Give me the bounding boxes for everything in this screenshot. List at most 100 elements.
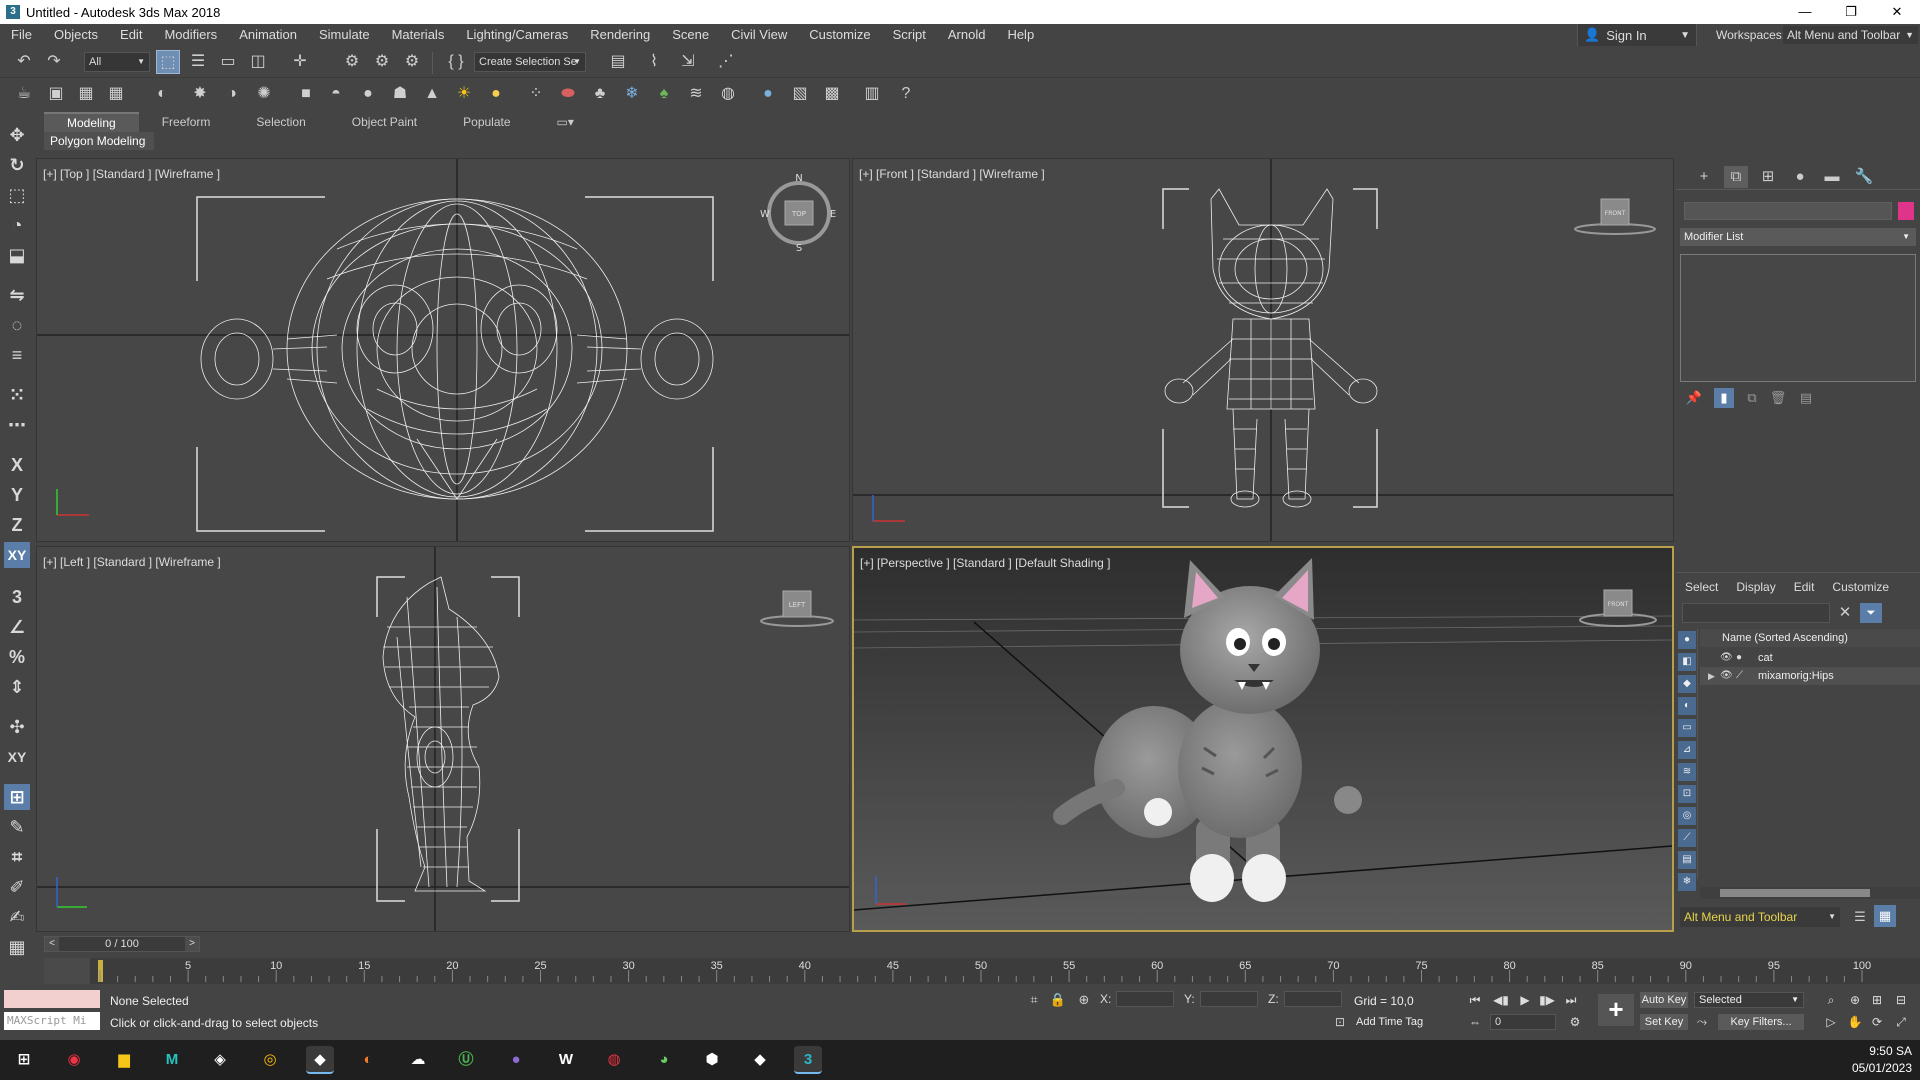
sun-icon[interactable]: ☀ [452,82,476,106]
game-app-icon[interactable]: ◕ [650,1046,678,1074]
visibility-eye-icon[interactable]: 👁 [1720,649,1733,667]
viewcube-left[interactable]: LEFT [760,590,834,627]
explorer-tab-customize[interactable]: Customize [1823,577,1898,597]
cube-app-icon[interactable]: ⬢ [698,1046,726,1074]
eyedropper-icon[interactable]: ✎ [4,814,30,840]
schematic-view-icon[interactable]: ⇲ [676,50,700,74]
remove-modifier-icon[interactable]: 🗑 [1768,388,1788,408]
previous-frame-icon[interactable]: ◀▮ [1492,992,1510,1008]
render-frame-icon[interactable]: ▦ [74,82,98,106]
axis-y-icon[interactable]: Y [4,482,30,508]
menu-scene[interactable]: Scene [661,24,720,46]
make-unique-icon[interactable]: ⧉ [1742,388,1762,408]
zoom-extents-all-icon[interactable]: ⊟ [1892,992,1910,1008]
viewport-front-label[interactable]: [+] [Front ] [Standard ] [Wireframe ] [859,167,1045,181]
modifier-stack[interactable] [1680,254,1916,382]
axis-x-icon[interactable]: X [4,452,30,478]
snap-toggle-icon[interactable]: ⋰ [714,50,738,74]
visibility-eye-icon[interactable]: 👁 [1720,667,1733,685]
unity-editor-icon[interactable]: ◆ [746,1046,774,1074]
previous-frame-arrow-icon[interactable]: < [45,937,59,951]
maya-app-icon[interactable]: M [158,1046,186,1074]
named-selection-icon[interactable]: { } [444,50,468,74]
viewport-perspective[interactable]: [+] [Perspective ] [Standard ] [Default … [852,546,1674,932]
object-name-field[interactable] [1684,202,1892,220]
field-of-view-icon[interactable]: ▷ [1822,1014,1840,1030]
show-end-result-icon[interactable]: ▮ [1714,388,1734,408]
viewport-left-label[interactable]: [+] [Left ] [Standard ] [Wireframe ] [43,555,221,569]
minimize-button[interactable]: — [1782,0,1828,24]
create-tab-icon[interactable]: + [1692,166,1716,188]
menu-file[interactable]: File [0,24,43,46]
explorer-horizontal-scrollbar[interactable] [1700,887,1920,899]
bind-space-warp-icon[interactable]: ⚙ [400,50,424,74]
spinner-snap-icon[interactable]: ⇕ [4,674,30,700]
explorer-search-input[interactable] [1682,603,1830,623]
select-by-name-icon[interactable]: ☰ [186,50,210,74]
render-queue-icon[interactable]: ▥ [860,82,884,106]
list-item[interactable]: 👁 ● cat [1700,649,1920,667]
sphere-yellow-icon[interactable]: ● [484,82,508,106]
bone-filter-icon[interactable]: ⟋ [1678,829,1696,847]
axis-z-icon[interactable]: Z [4,512,30,538]
menu-arnold[interactable]: Arnold [937,24,997,46]
explorer-column-header[interactable]: Name (Sorted Ascending) [1700,629,1920,647]
hierarchy-tab-icon[interactable]: ⊞ [1756,166,1780,188]
z-coord-field[interactable] [1284,991,1342,1007]
menu-rendering[interactable]: Rendering [579,24,661,46]
move-icon[interactable]: ✥ [4,122,30,148]
utilities-tab-icon[interactable]: 🔧 [1852,166,1876,188]
windows-start-icon[interactable]: ⊞ [10,1046,38,1074]
frozen-filter-icon[interactable]: ❄ [1678,873,1696,891]
box-icon[interactable]: ■ [294,82,318,106]
blender-icon[interactable]: ◐ [354,1046,382,1074]
light-filter-icon[interactable]: ◐ [1678,697,1696,715]
paint-select-icon[interactable]: ⬓ [4,242,30,268]
group-filter-icon[interactable]: ⊡ [1678,785,1696,803]
container-filter-icon[interactable]: ▤ [1678,851,1696,869]
teapot-icon[interactable]: ☕ [12,82,36,106]
teapot-primitive-icon[interactable]: ☗ [388,82,412,106]
align-icon[interactable]: ≡ [4,342,30,368]
environment-sphere-icon[interactable]: ● [756,82,780,106]
expand-arrow-icon[interactable]: ▶ [1708,667,1715,685]
orbit-icon[interactable]: ⟳ [1868,1014,1886,1030]
restore-button[interactable]: ❐ [1828,0,1874,24]
dotted-select-icon[interactable]: ⁙ [4,382,30,408]
sign-in-dropdown[interactable]: 👤 Sign In ▼ [1577,24,1697,46]
play-icon[interactable]: ▶ [1516,992,1534,1008]
spacing-icon[interactable]: ⋯ [4,412,30,438]
zoom-all-icon[interactable]: ⊕ [1846,992,1864,1008]
paint-icon[interactable]: ✍ [4,904,30,930]
y-coord-field[interactable] [1200,991,1258,1007]
menu-simulate[interactable]: Simulate [308,24,381,46]
current-frame-field[interactable]: 0 [1490,1014,1556,1030]
zoom-extents-icon[interactable]: ⊞ [1868,992,1886,1008]
render-icon[interactable]: ▧ [788,82,812,106]
time-slider[interactable]: < 0 / 100 > [44,936,200,952]
display-tab-icon[interactable]: ▬ [1820,166,1844,188]
undo-icon[interactable]: ↶ [12,50,36,74]
helper-filter-icon[interactable]: ⊿ [1678,741,1696,759]
absolute-mode-icon[interactable]: ⊕ [1072,988,1096,1012]
filter-icon[interactable]: ⏷ [1860,603,1882,623]
ribbon-tab-freeform[interactable]: Freeform [139,113,234,131]
recorder-app-icon[interactable]: ◉ [60,1046,88,1074]
set-keys-icon[interactable]: + [1598,994,1634,1026]
list-item[interactable]: ▶ 👁 ⟋ mixamorig:Hips [1700,667,1920,685]
explorer-tab-select[interactable]: Select [1676,577,1727,597]
key-mode-icon[interactable]: ⇔ [1466,1014,1484,1030]
next-frame-icon[interactable]: ▮▶ [1538,992,1556,1008]
zoom-icon[interactable]: ⌕ [1822,992,1840,1008]
hair-icon[interactable]: ≋ [684,82,708,106]
viewport-top[interactable]: [+] [Top ] [Standard ] [Wireframe ] TOP … [36,158,850,542]
ribbon-panel-polygon-modeling[interactable]: Polygon Modeling [44,132,154,150]
redo-icon[interactable]: ↷ [42,50,66,74]
particle-icon[interactable]: ⁘ [524,82,548,106]
helper-icon[interactable]: ◑ [220,82,244,106]
pin-stack-icon[interactable]: 📌 [1684,388,1704,408]
extra-tool-icon[interactable]: ▦ [4,934,30,960]
menu-objects[interactable]: Objects [43,24,109,46]
ribbon-options-icon[interactable]: ▭▾ [534,113,597,131]
render-setup-icon[interactable]: ▣ [44,82,68,106]
